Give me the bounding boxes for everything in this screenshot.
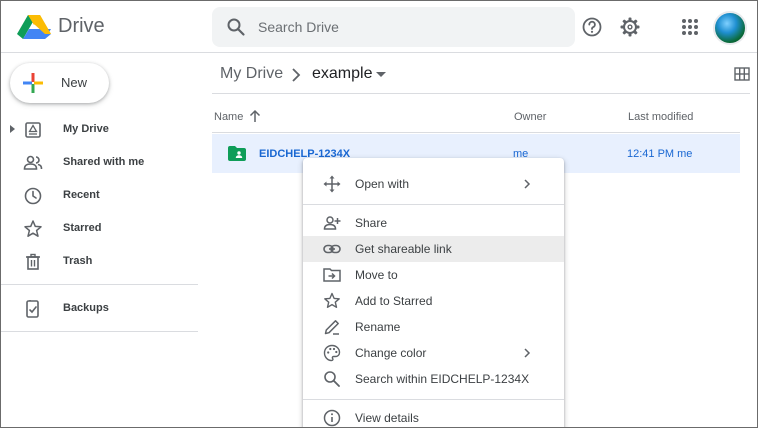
menu-item-label: Search within EIDCHELP-1234X	[355, 372, 530, 386]
menu-item-view-details[interactable]: View details	[303, 405, 564, 427]
new-button[interactable]: New	[10, 63, 109, 103]
people-icon	[23, 155, 43, 170]
menu-item-label: Add to Starred	[355, 294, 433, 308]
sidebar-item-label: Shared with me	[63, 156, 145, 168]
link-icon	[323, 244, 341, 254]
settings-icon[interactable]	[618, 15, 642, 39]
move-arrows-icon	[323, 175, 341, 193]
grid-view-icon[interactable]	[734, 67, 750, 81]
sidebar-item-label: Starred	[63, 222, 102, 234]
sidebar-item-shared-with-me[interactable]: Shared with me	[1, 149, 198, 177]
caret-down-icon[interactable]	[376, 72, 386, 77]
star-icon	[24, 220, 42, 237]
star-icon	[324, 292, 340, 309]
plus-icon	[23, 73, 43, 93]
drive-window: Drive Search Drive New My Drive Shared w…	[0, 0, 758, 428]
menu-item-rename[interactable]: Rename	[303, 314, 564, 340]
pencil-icon	[324, 320, 339, 335]
sidebar-item-label: Trash	[63, 255, 93, 267]
app-name: Drive	[58, 15, 105, 37]
search-icon[interactable]	[226, 17, 246, 37]
apps-grid-icon[interactable]	[678, 15, 702, 39]
sidebar-item-starred[interactable]: Starred	[1, 215, 198, 243]
search-input[interactable]	[258, 15, 558, 39]
menu-item-label: Open with	[355, 177, 410, 191]
column-header-owner[interactable]: Owner	[514, 111, 546, 123]
expand-caret-icon[interactable]	[10, 125, 15, 133]
menu-item-label: Get shareable link	[355, 242, 452, 256]
top-bar: Drive	[1, 1, 757, 53]
move-folder-icon	[323, 268, 341, 282]
sidebar-item-my-drive[interactable]: My Drive	[1, 116, 198, 144]
menu-item-label: Move to	[355, 268, 398, 282]
sidebar-item-label: My Drive	[63, 123, 109, 135]
new-button-label: New	[61, 75, 88, 90]
menu-item-label: Share	[355, 216, 388, 230]
menu-item-label: Rename	[355, 320, 401, 334]
breadcrumb-root[interactable]: My Drive	[220, 65, 283, 83]
menu-divider	[303, 204, 564, 205]
backup-icon	[26, 300, 39, 318]
column-header-divider	[212, 132, 740, 133]
sidebar-divider	[1, 331, 198, 332]
menu-item-add-to-starred[interactable]: Add to Starred	[303, 288, 564, 314]
search-icon	[324, 371, 340, 387]
menu-item-label: Change color	[355, 346, 427, 360]
trash-icon	[26, 253, 40, 270]
sidebar-item-label: Backups	[63, 302, 109, 314]
menu-item-move-to[interactable]: Move to	[303, 262, 564, 288]
chevron-right-icon	[292, 68, 301, 82]
menu-item-search-within[interactable]: Search within EIDCHELP-1234X	[303, 366, 564, 392]
sidebar-item-backups[interactable]: Backups	[1, 295, 198, 323]
sort-up-arrow-icon[interactable]	[248, 109, 262, 123]
my-drive-icon	[25, 122, 41, 138]
add-person-icon	[323, 216, 341, 230]
menu-item-get-shareable-link[interactable]: Get shareable link	[303, 236, 564, 262]
drive-logo-icon[interactable]	[17, 14, 51, 40]
clock-icon	[24, 187, 42, 205]
search-bar[interactable]	[212, 7, 575, 47]
breadcrumb-current[interactable]: example	[312, 65, 372, 83]
header-divider	[212, 93, 750, 94]
menu-item-share[interactable]: Share	[303, 210, 564, 236]
file-last-modified: 12:41 PM me	[627, 148, 693, 160]
sidebar-item-trash[interactable]: Trash	[1, 248, 198, 276]
column-header-name[interactable]: Name	[214, 111, 243, 123]
menu-item-change-color[interactable]: Change color	[303, 340, 564, 366]
chevron-right-icon	[524, 348, 531, 358]
shared-folder-icon	[228, 146, 246, 161]
chevron-right-icon	[524, 179, 531, 189]
sidebar-divider	[1, 284, 198, 285]
menu-item-label: View details	[355, 411, 419, 425]
column-header-last-modified[interactable]: Last modified	[628, 111, 693, 123]
help-icon[interactable]	[580, 15, 604, 39]
sidebar-item-label: Recent	[63, 189, 100, 201]
menu-divider	[303, 399, 564, 400]
menu-item-open-with[interactable]: Open with	[303, 171, 564, 197]
account-avatar[interactable]	[713, 11, 747, 45]
context-menu: Open with Share Get shareable link Move …	[303, 158, 564, 427]
sidebar-item-recent[interactable]: Recent	[1, 182, 198, 210]
info-icon	[323, 409, 341, 427]
palette-icon	[323, 344, 341, 362]
